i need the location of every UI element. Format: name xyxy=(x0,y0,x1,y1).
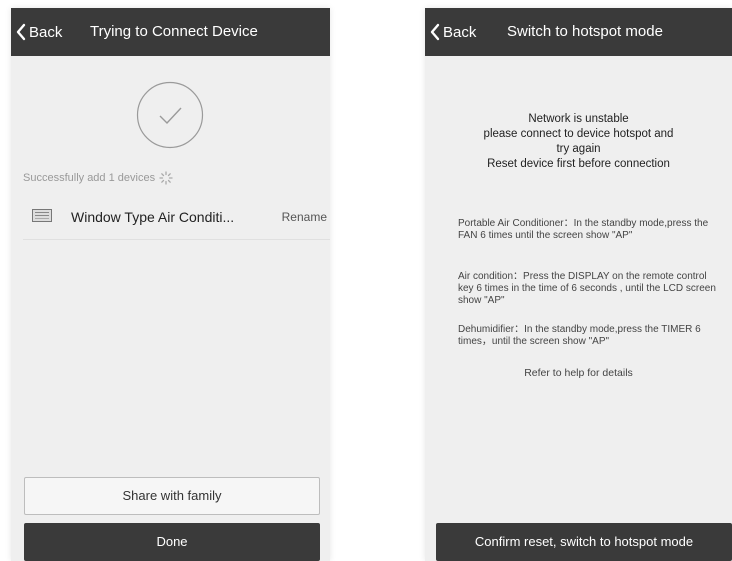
page-title: Switch to hotspot mode xyxy=(507,23,663,40)
rename-button[interactable]: Rename xyxy=(282,196,327,239)
chevron-left-icon xyxy=(430,23,440,41)
network-message-line: Reset device first before connection xyxy=(487,158,670,170)
hotspot-mode-screen: Back Switch to hotspot mode Network is u… xyxy=(425,8,732,561)
checkmark-circle-icon xyxy=(136,81,204,149)
page-title: Trying to Connect Device xyxy=(90,23,258,40)
chevron-left-icon xyxy=(16,23,26,41)
done-button[interactable]: Done xyxy=(24,523,320,561)
back-label: Back xyxy=(443,23,477,41)
instruction-dehumidifier: Dehumidifier：In the standby mode,press t… xyxy=(458,324,701,347)
share-with-family-button[interactable]: Share with family xyxy=(24,477,320,515)
confirm-reset-button[interactable]: Confirm reset, switch to hotspot mode xyxy=(436,523,732,561)
success-message: Successfully add 1 devices xyxy=(23,171,173,185)
navbar: Back Switch to hotspot mode xyxy=(425,8,732,56)
spinner-icon xyxy=(159,171,173,185)
help-link[interactable]: Refer to help for details xyxy=(425,367,732,379)
network-message-line: try again xyxy=(556,143,601,155)
instruction-air-condition: Air condition：Press the DISPLAY on the r… xyxy=(458,271,716,306)
device-list-item[interactable]: Window Type Air Conditi... Rename xyxy=(23,196,330,240)
device-name: Window Type Air Conditi... xyxy=(71,209,235,225)
connect-device-screen: Back Trying to Connect Device Successful… xyxy=(11,8,330,561)
network-message: Network is unstable please connect to de… xyxy=(425,112,732,172)
navbar: Back Trying to Connect Device xyxy=(11,8,330,56)
network-message-line: please connect to device hotspot and xyxy=(483,128,674,140)
success-text: Successfully add 1 devices xyxy=(23,172,156,184)
instruction-portable-ac: Portable Air Conditioner：In the standby … xyxy=(458,218,709,241)
network-message-line: Network is unstable xyxy=(528,113,629,125)
back-button[interactable]: Back xyxy=(429,8,476,56)
back-button[interactable]: Back xyxy=(15,8,62,56)
air-conditioner-icon xyxy=(32,209,52,222)
back-label: Back xyxy=(29,23,63,41)
